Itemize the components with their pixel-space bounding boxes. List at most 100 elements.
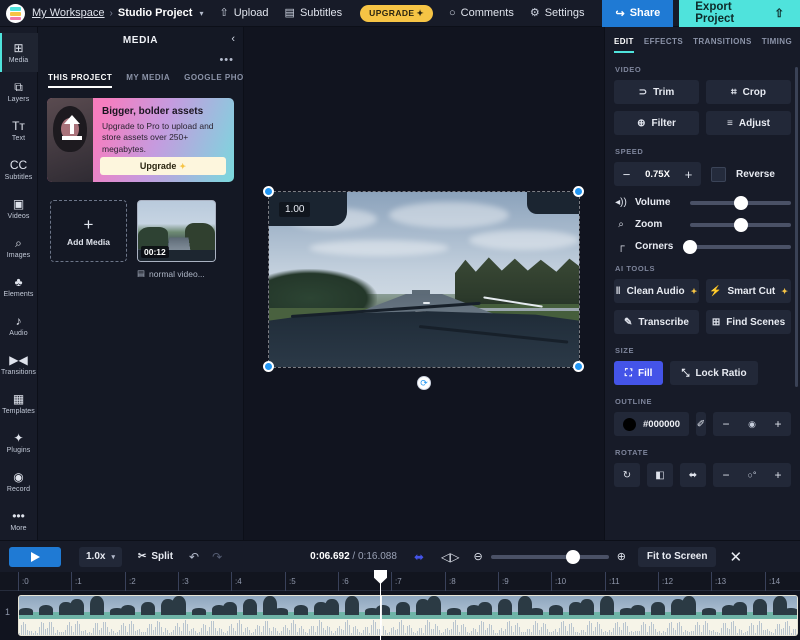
subtitles-button[interactable]: ▤ Subtitles xyxy=(285,7,343,19)
split-button[interactable]: ✂ Split xyxy=(138,551,173,562)
add-media-button[interactable]: + Add Media xyxy=(50,200,127,262)
export-project-button[interactable]: Export Project ⇧ xyxy=(679,0,800,27)
zoom-slider[interactable] xyxy=(690,223,791,227)
volume-slider-knob[interactable] xyxy=(734,196,748,210)
audio-waveform-bar xyxy=(151,624,152,635)
eyedropper-button[interactable]: ✐ xyxy=(696,412,706,436)
redo-button[interactable]: ↷ xyxy=(212,550,222,564)
rail-item-audio[interactable]: ♪Audio xyxy=(0,306,38,345)
ai-transcribe-button[interactable]: ✎Transcribe xyxy=(614,310,699,334)
corners-slider[interactable] xyxy=(690,245,791,249)
lock-ratio-button[interactable]: ⤡ Lock Ratio xyxy=(670,361,757,385)
preview-stage[interactable]: 1.00 ⟳ xyxy=(244,27,604,540)
timeline-clip[interactable] xyxy=(18,595,798,636)
fill-button[interactable]: ⛶ Fill xyxy=(614,361,663,385)
comments-button[interactable]: ○ Comments xyxy=(449,7,514,19)
tab-timing[interactable]: TIMING xyxy=(762,37,792,53)
media-tab-1[interactable]: MY MEDIA xyxy=(126,73,170,88)
more-options-icon[interactable]: ••• xyxy=(219,55,234,66)
clip-frame-texture xyxy=(447,608,461,615)
timeline-ruler[interactable]: :0:1:2:3:4:5:6:7:8:9:10:11:12:13:14 xyxy=(0,572,800,591)
playhead[interactable] xyxy=(380,570,381,640)
reverse-checkbox[interactable] xyxy=(711,167,726,182)
rail-item-more[interactable]: •••More xyxy=(0,501,38,540)
zoom-in-icon[interactable]: ⊕ xyxy=(617,550,626,563)
video-crop-button[interactable]: ⌗Crop xyxy=(706,80,791,104)
audio-waveform-bar xyxy=(411,628,412,635)
tab-effects[interactable]: EFFECTS xyxy=(644,37,683,53)
play-button[interactable] xyxy=(9,547,61,567)
media-tab-0[interactable]: THIS PROJECT xyxy=(48,73,112,88)
video-adjust-button[interactable]: ≡Adjust xyxy=(706,111,791,135)
audio-waveform-bar xyxy=(321,622,322,635)
ai-smart-cut-button[interactable]: ⚡Smart Cut✦ xyxy=(706,279,791,303)
rotate-button[interactable]: ↻ xyxy=(614,463,640,487)
corners-slider-knob[interactable] xyxy=(683,240,697,254)
rail-item-templates[interactable]: ▦Templates xyxy=(0,384,38,423)
playback-rate-select[interactable]: 1.0x ▾ xyxy=(79,547,122,567)
outline-increase-button[interactable]: + xyxy=(765,412,791,436)
outline-color-picker[interactable]: #000000 xyxy=(614,412,689,436)
video-trim-button[interactable]: ⊃Trim xyxy=(614,80,699,104)
resize-handle-bottom-right[interactable] xyxy=(573,361,584,372)
rotate-handle[interactable]: ⟳ xyxy=(417,376,431,390)
audio-waveform-bar xyxy=(501,628,502,635)
audio-waveform-bar xyxy=(229,626,230,635)
project-name[interactable]: Studio Project xyxy=(118,7,193,19)
zoom-out-icon[interactable]: ⊖ xyxy=(473,550,482,563)
properties-scrollbar[interactable] xyxy=(795,67,798,387)
zoom-slider-knob[interactable] xyxy=(734,218,748,232)
rail-item-record[interactable]: ◉Record xyxy=(0,462,38,501)
workspace-link[interactable]: My Workspace xyxy=(32,7,105,19)
rail-item-media[interactable]: ⊞Media xyxy=(0,33,38,72)
audio-waveform-bar xyxy=(75,624,76,635)
resize-handle-bottom-left[interactable] xyxy=(263,361,274,372)
audio-waveform-bar xyxy=(385,630,386,635)
rail-item-plugins[interactable]: ✦Plugins xyxy=(0,423,38,462)
audio-waveform-bar xyxy=(265,621,266,635)
fit-to-screen-button[interactable]: Fit to Screen xyxy=(638,547,717,567)
rotate-decrease-button[interactable]: − xyxy=(713,463,739,487)
upgrade-button[interactable]: UPGRADE ✦ xyxy=(360,5,433,22)
upgrade-promo-card[interactable]: Bigger, bolder assets Upgrade to Pro to … xyxy=(47,98,234,182)
rail-item-layers[interactable]: ⧉Layers xyxy=(0,72,38,111)
volume-slider[interactable] xyxy=(690,201,791,205)
video-preview[interactable]: 1.00 xyxy=(269,192,579,367)
share-button[interactable]: ↪ Share xyxy=(602,0,673,27)
settings-button[interactable]: ⚙ Settings xyxy=(530,7,585,19)
clip-thumbnail[interactable]: 00:12 xyxy=(137,200,216,262)
speed-increase-button[interactable]: + xyxy=(676,162,701,186)
resize-handle-top-right[interactable] xyxy=(573,186,584,197)
tab-edit[interactable]: EDIT xyxy=(614,37,634,53)
rail-item-elements[interactable]: ♣Elements xyxy=(0,267,38,306)
audio-waveform-bar xyxy=(283,627,284,635)
ai-clean-audio-button[interactable]: ‖Clean Audio✦ xyxy=(614,279,699,303)
undo-button[interactable]: ↶ xyxy=(189,550,199,564)
flip-horizontal-button[interactable]: ◧ xyxy=(647,463,673,487)
tab-transitions[interactable]: TRANSITIONS xyxy=(693,37,752,53)
rail-item-subtitles[interactable]: CCSubtitles xyxy=(0,150,38,189)
rail-item-text[interactable]: TᴛText xyxy=(0,111,38,150)
promo-upgrade-button[interactable]: Upgrade ✦ xyxy=(100,157,226,175)
video-filter-button[interactable]: ⊕Filter xyxy=(614,111,699,135)
split-tool-icon[interactable]: ◁▷ xyxy=(441,550,459,564)
rail-item-videos[interactable]: ▣Videos xyxy=(0,189,38,228)
button-label: Filter xyxy=(651,118,675,129)
marker-tool-icon[interactable]: ⬌ xyxy=(414,550,424,564)
ai-find-scenes-button[interactable]: ⊞Find Scenes xyxy=(706,310,791,334)
rotate-increase-button[interactable]: + xyxy=(765,463,791,487)
chevron-left-icon[interactable]: ‹ xyxy=(231,33,235,45)
speed-decrease-button[interactable]: − xyxy=(614,162,639,186)
resize-handle-top-left[interactable] xyxy=(263,186,274,197)
outline-decrease-button[interactable]: − xyxy=(713,412,739,436)
media-clip-item[interactable]: 00:12 ▤ normal video... xyxy=(137,200,216,279)
rail-item-transitions[interactable]: ▶◀Transitions xyxy=(0,345,38,384)
rail-item-images[interactable]: ⌕Images xyxy=(0,228,38,267)
zoom-slider-knob[interactable] xyxy=(566,550,580,564)
chevron-down-icon[interactable]: ▾ xyxy=(199,9,203,18)
flip-vertical-button[interactable]: ⬌ xyxy=(680,463,706,487)
app-logo-icon[interactable] xyxy=(6,4,25,23)
timeline-zoom-slider[interactable] xyxy=(491,555,609,559)
close-icon[interactable]: ✕ xyxy=(729,548,742,566)
upload-button[interactable]: ⇧ Upload xyxy=(219,7,268,19)
